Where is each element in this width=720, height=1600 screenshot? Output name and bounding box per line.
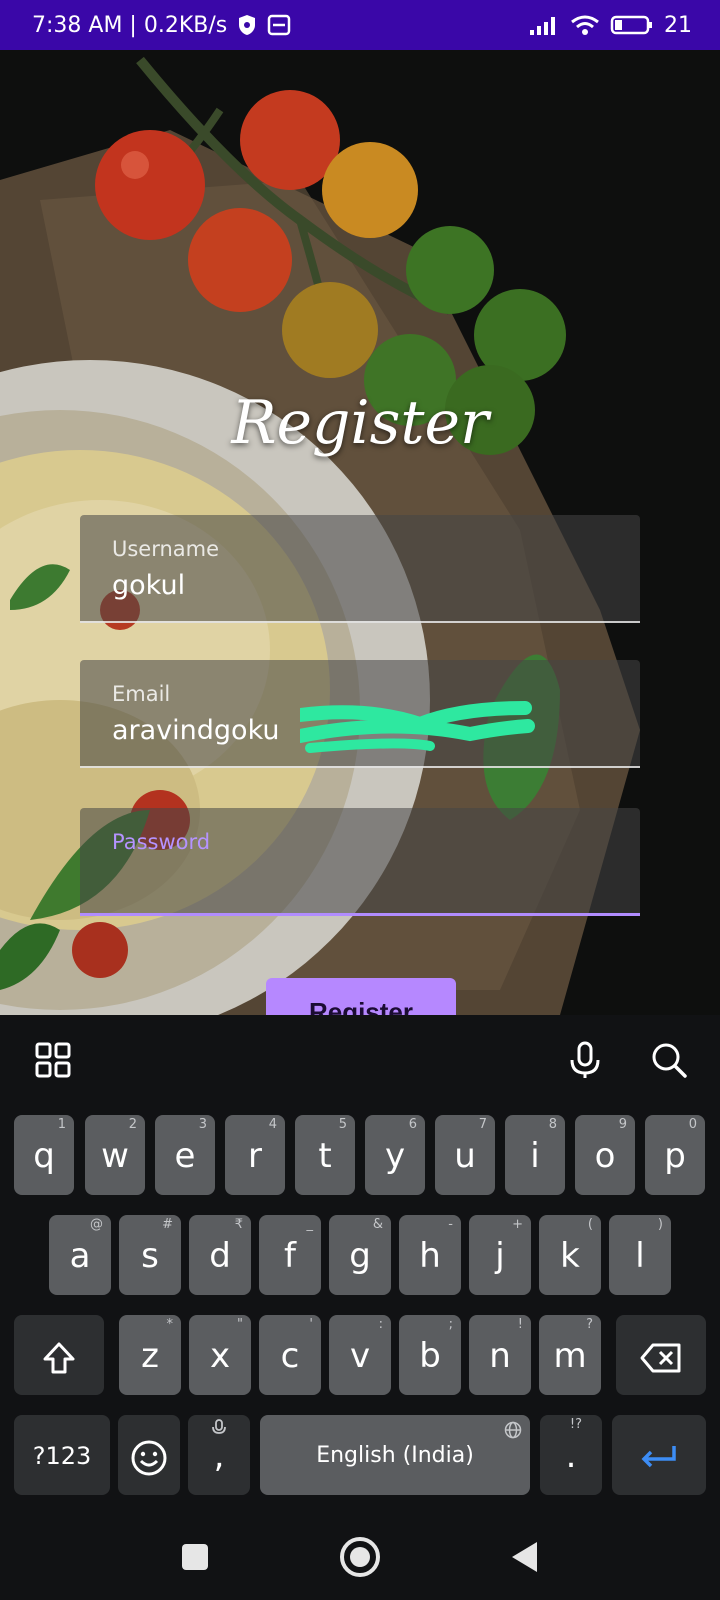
key-o[interactable]: o9 — [575, 1115, 635, 1195]
grid-icon[interactable] — [28, 1035, 78, 1085]
keyboard-row-3: z * x " c ' v: b; n! m? — [0, 1315, 720, 1399]
symbols-key[interactable]: ?123 — [14, 1415, 110, 1495]
navigation-bar — [0, 1510, 720, 1600]
back-icon[interactable] — [500, 1532, 550, 1582]
key-i[interactable]: i8 — [505, 1115, 565, 1195]
key-e[interactable]: e3 — [155, 1115, 215, 1195]
shift-key[interactable] — [14, 1315, 104, 1395]
redaction-scribble — [300, 701, 535, 753]
key-y[interactable]: y6 — [365, 1115, 425, 1195]
microphone-icon[interactable] — [560, 1035, 610, 1085]
status-right: 21 — [528, 13, 692, 38]
password-field[interactable]: Password — [80, 808, 640, 916]
globe-icon — [504, 1421, 522, 1439]
wifi-icon — [571, 15, 599, 35]
emoji-icon — [131, 1440, 167, 1475]
key-v[interactable]: v: — [329, 1315, 391, 1395]
key-k[interactable]: k( — [539, 1215, 601, 1295]
keyboard-row-1: q1 w2 e3 r4 t5 y6 u7 i8 o9 p0 — [0, 1115, 720, 1199]
password-label: Password — [112, 830, 211, 854]
recents-icon[interactable] — [170, 1532, 220, 1582]
key-b[interactable]: b; — [399, 1315, 461, 1395]
enter-icon — [641, 1445, 676, 1467]
key-l[interactable]: l) — [609, 1215, 671, 1295]
emoji-key[interactable] — [118, 1415, 180, 1495]
keyboard-row-4: ?123 , English (India) . !? — [0, 1415, 720, 1499]
space-key[interactable]: English (India) — [260, 1415, 530, 1495]
keyboard-row-2: a @ s # d ₹ f _ g & h- j + k( l) — [0, 1215, 720, 1299]
keyboard-toolbar — [0, 1015, 720, 1105]
key-x[interactable]: x " — [189, 1315, 251, 1395]
key-n[interactable]: n! — [469, 1315, 531, 1395]
key-u[interactable]: u7 — [435, 1115, 495, 1195]
username-value: gokul — [112, 570, 186, 601]
enter-key[interactable] — [612, 1415, 706, 1495]
key-a[interactable]: a @ — [49, 1215, 111, 1295]
battery-icon — [610, 15, 652, 35]
status-time-speed: 7:38 AM | 0.2KB/s — [32, 12, 228, 38]
battery-percent: 21 — [664, 12, 692, 38]
key-t[interactable]: t5 — [295, 1115, 355, 1195]
username-label: Username — [112, 537, 220, 561]
home-icon[interactable] — [335, 1532, 385, 1582]
email-value: aravindgoku — [112, 715, 280, 746]
username-field[interactable]: Username gokul — [80, 515, 640, 623]
key-r[interactable]: r4 — [225, 1115, 285, 1195]
period-key[interactable]: .!? — [540, 1415, 602, 1495]
backspace-icon — [640, 1343, 681, 1372]
status-left: 7:38 AM | 0.2KB/s — [32, 13, 291, 38]
comma-key[interactable]: , — [188, 1415, 250, 1495]
shift-icon — [43, 1342, 75, 1373]
search-icon[interactable] — [644, 1035, 694, 1085]
key-f[interactable]: f _ — [259, 1215, 321, 1295]
backspace-key[interactable] — [616, 1315, 706, 1395]
email-label: Email — [112, 682, 171, 706]
key-h[interactable]: h- — [399, 1215, 461, 1295]
signal-icon — [530, 17, 555, 35]
key-z[interactable]: z * — [119, 1315, 181, 1395]
key-j[interactable]: j + — [469, 1215, 531, 1295]
soft-keyboard: q1 w2 e3 r4 t5 y6 u7 i8 o9 p0 a @ s # d ₹ f… — [0, 1015, 720, 1510]
key-p[interactable]: p0 — [645, 1115, 705, 1195]
status-bar: 7:38 AM | 0.2KB/s 21 — [0, 0, 720, 50]
key-d[interactable]: d ₹ — [189, 1215, 251, 1295]
mic-hint-icon — [212, 1419, 226, 1434]
page-title: Register — [231, 388, 489, 458]
key-m[interactable]: m? — [539, 1315, 601, 1395]
key-q[interactable]: q1 — [14, 1115, 74, 1195]
key-g[interactable]: g & — [329, 1215, 391, 1295]
key-w[interactable]: w2 — [85, 1115, 145, 1195]
message-icon — [267, 14, 291, 36]
key-s[interactable]: s # — [119, 1215, 181, 1295]
vpn-shield-icon — [239, 15, 256, 35]
key-c[interactable]: c ' — [259, 1315, 321, 1395]
